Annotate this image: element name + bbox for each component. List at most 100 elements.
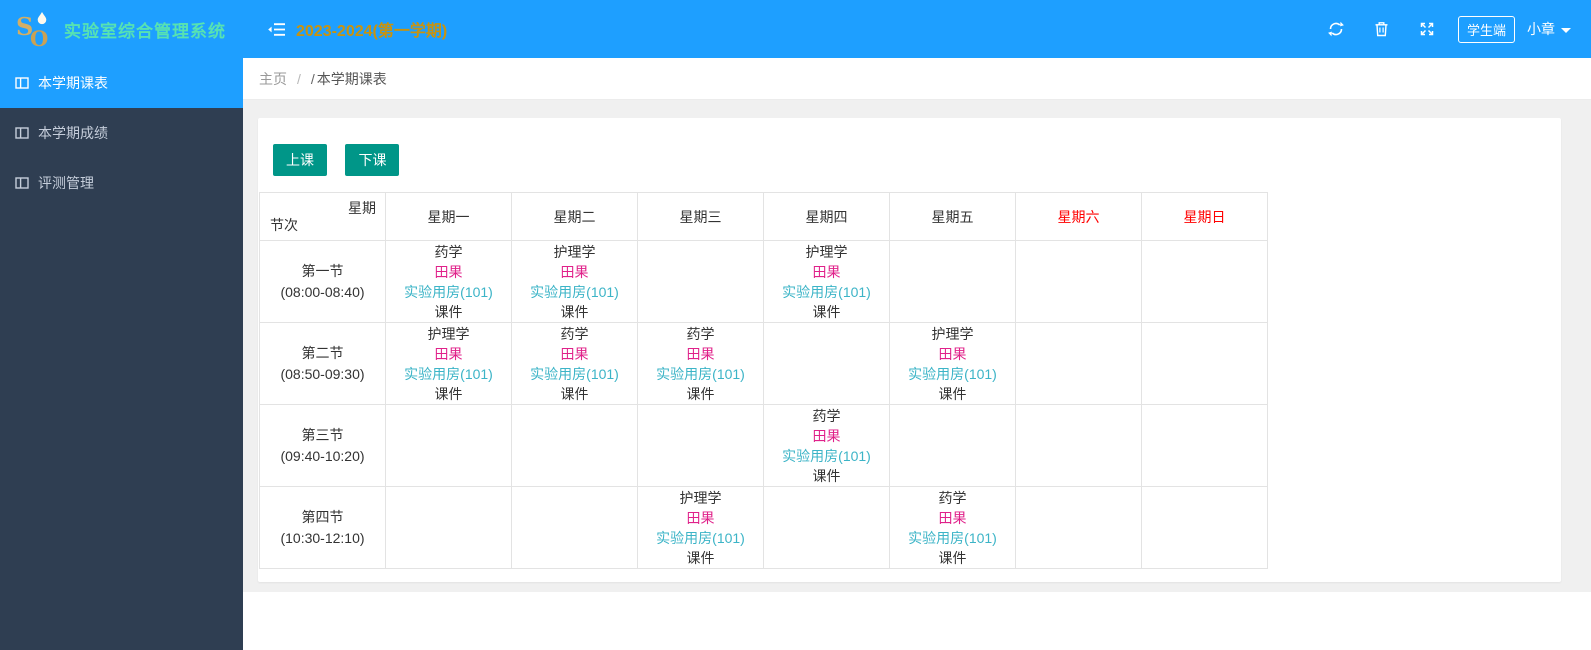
empty-cell	[1015, 486, 1142, 569]
course-cell: 护理学田果实验用房(101) 课件	[511, 240, 638, 323]
courseware-link[interactable]: 课件	[764, 466, 889, 486]
app-logo-icon: S O	[16, 12, 48, 49]
courseware-link[interactable]: 课件	[764, 302, 889, 322]
timetable-row: 第一节 (08:00-08:40) 药学 田果 实验用房(101) 课件 护理学 田果 实验用房…	[259, 240, 1268, 323]
courseware-link[interactable]: 课件	[386, 302, 511, 322]
columns-icon	[15, 77, 29, 89]
room-link[interactable]: 实验用房(101)	[512, 364, 637, 384]
corner-header-cell: 星期 节次	[259, 192, 386, 241]
courseware-link[interactable]: 课件	[890, 548, 1015, 568]
course-name: 护理学	[805, 243, 848, 260]
day-header: 星期六	[1015, 192, 1142, 241]
period-cell: 第三节 (09:40-10:20)	[259, 404, 386, 487]
period-name: 第一节	[301, 262, 344, 279]
course-cell: 药学田果实验用房(101) 课件	[763, 404, 890, 487]
empty-cell	[889, 404, 1016, 487]
course-name: 药学	[434, 243, 463, 260]
sidebar-item-label: 本学期课表	[38, 75, 108, 91]
room-link[interactable]: 实验用房(101)	[386, 282, 511, 302]
day-header: 星期日	[1141, 192, 1268, 241]
app-logo: S O 实验室综合管理系统	[0, 0, 243, 58]
sidebar-item-label: 评测管理	[38, 175, 94, 191]
page-body: 上课 下课 星期 节次 星期一 星期二 星期三 星期四 星期五 星期六 星期日 第一节 (08…	[243, 100, 1591, 592]
menu-fold-icon[interactable]	[267, 22, 286, 37]
fullscreen-icon[interactable]	[1419, 21, 1435, 37]
user-menu[interactable]: 小章	[1527, 19, 1571, 39]
refresh-icon[interactable]	[1328, 21, 1344, 37]
columns-icon	[15, 177, 29, 189]
course-cell: 药学田果实验用房(101) 课件	[637, 322, 764, 405]
room-link[interactable]: 实验用房(101)	[512, 282, 637, 302]
sidebar-item-label: 本学期成绩	[38, 125, 108, 141]
period-time: (08:00-08:40)	[280, 283, 365, 300]
course-cell: 药学田果实验用房(101) 课件	[385, 240, 512, 323]
empty-cell	[889, 240, 1016, 323]
empty-cell	[1141, 322, 1268, 405]
username: 小章	[1527, 21, 1555, 37]
end-class-button[interactable]: 下课	[345, 144, 400, 176]
day-header: 星期一	[385, 192, 512, 241]
room-link[interactable]: 实验用房(101)	[764, 446, 889, 466]
breadcrumb-home[interactable]: 主页	[259, 69, 287, 89]
teacher-name: 田果	[434, 345, 463, 362]
period-name: 第二节	[301, 344, 344, 361]
course-name: 护理学	[553, 243, 596, 260]
period-cell: 第四节 (10:30-12:10)	[259, 486, 386, 569]
empty-cell	[1141, 404, 1268, 487]
room-link[interactable]: 实验用房(101)	[638, 528, 763, 548]
app-title: 实验室综合管理系统	[64, 21, 226, 41]
day-header: 星期二	[511, 192, 638, 241]
empty-cell	[637, 404, 764, 487]
teacher-name: 田果	[812, 427, 841, 444]
period-cell: 第二节 (08:50-09:30)	[259, 322, 386, 405]
sidebar-item[interactable]: 本学期课表	[0, 58, 243, 108]
empty-cell	[763, 322, 890, 405]
corner-week-label: 星期	[348, 200, 376, 216]
room-link[interactable]: 实验用房(101)	[890, 528, 1015, 548]
empty-cell	[511, 404, 638, 487]
teacher-name: 田果	[560, 345, 589, 362]
teacher-name: 田果	[686, 345, 715, 362]
timetable: 星期 节次 星期一 星期二 星期三 星期四 星期五 星期六 星期日 第一节 (08:00-08…	[259, 192, 1268, 569]
day-header: 星期三	[637, 192, 764, 241]
courseware-link[interactable]: 课件	[512, 302, 637, 322]
empty-cell	[763, 486, 890, 569]
course-name: 护理学	[931, 325, 974, 342]
empty-cell	[385, 486, 512, 569]
breadcrumb-separator: /	[297, 70, 301, 87]
room-link[interactable]: 实验用房(101)	[386, 364, 511, 384]
room-link[interactable]: 实验用房(101)	[890, 364, 1015, 384]
breadcrumb: 主页 / / 本学期课表	[243, 58, 1591, 100]
course-name: 护理学	[679, 489, 722, 506]
breadcrumb-separator: /	[310, 70, 315, 87]
timetable-body: 第一节 (08:00-08:40) 药学 田果 实验用房(101) 课件 护理学 田果 实验用房…	[259, 240, 1268, 569]
course-name: 药学	[686, 325, 715, 342]
toolbar: 上课 下课	[273, 144, 1561, 176]
sidebar-item[interactable]: 评测管理	[0, 158, 243, 208]
sidebar-item[interactable]: 本学期成绩	[0, 108, 243, 158]
trash-icon[interactable]	[1374, 21, 1389, 37]
period-name: 第三节	[301, 426, 344, 443]
course-name: 药学	[812, 407, 841, 424]
courseware-link[interactable]: 课件	[638, 384, 763, 404]
courseware-link[interactable]: 课件	[512, 384, 637, 404]
courseware-link[interactable]: 课件	[890, 384, 1015, 404]
topbar: S O 实验室综合管理系统 2023-2024(第一学期) 学生端 小章	[0, 0, 1591, 58]
day-header: 星期四	[763, 192, 890, 241]
student-portal-badge[interactable]: 学生端	[1457, 15, 1515, 43]
breadcrumb-current: 本学期课表	[316, 70, 387, 87]
courseware-link[interactable]: 课件	[386, 384, 511, 404]
teacher-name: 田果	[434, 263, 463, 280]
empty-cell	[1015, 322, 1142, 405]
main-area: 主页 / / 本学期课表 上课 下课 星期 节次 星期一 星期二 星期三 星期四 星期五…	[243, 58, 1591, 650]
teacher-name: 田果	[938, 509, 967, 526]
period-name: 第四节	[301, 508, 344, 525]
begin-class-button[interactable]: 上课	[273, 144, 327, 176]
teacher-name: 田果	[560, 263, 589, 280]
courseware-link[interactable]: 课件	[638, 548, 763, 568]
empty-cell	[1141, 486, 1268, 569]
course-cell: 护理学 田果 实验用房(101) 课件	[385, 322, 512, 405]
course-cell: 护理学 田果 实验用房(101) 课件	[637, 486, 764, 569]
room-link[interactable]: 实验用房(101)	[764, 282, 889, 302]
room-link[interactable]: 实验用房(101)	[638, 364, 763, 384]
